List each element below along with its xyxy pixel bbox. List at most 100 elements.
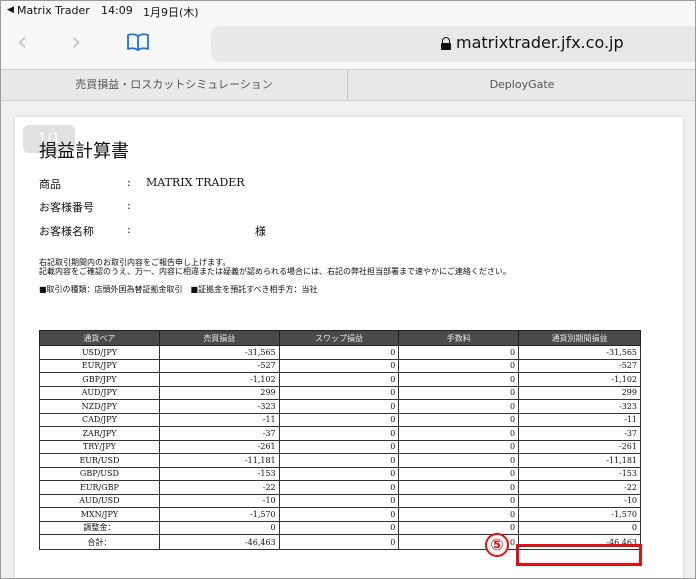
product-label: 商品 [39,178,61,191]
tab-loss-cut-simulation[interactable]: 売買損益・ロスカットシミュレーション [1,70,348,100]
screen: ◀ Matrix Trader 14:09 1月9日(木) ‹ › matrix… [0,0,696,579]
table-header-row: 通貨ペア 売買損益 スワップ損益 手数料 通貨別期間損益 [39,330,641,346]
value-cell: -22 [518,480,641,495]
value-cell: 0 [398,480,520,495]
table-row: USD/JPY -31,565 0 0 -31,565 [39,345,641,360]
table-row: GBP/JPY -1,102 0 0 -1,102 [39,372,641,387]
value-cell: 0 [398,439,520,454]
value-cell: 0 [398,372,520,387]
value-cell: 0 [278,399,400,414]
customer-number-label: お客様番号 [39,201,94,214]
forward-chevron-icon[interactable]: › [71,29,81,55]
currency-pair-cell: CAD/JPY [39,412,160,427]
back-chevron-icon[interactable]: ‹ [17,29,27,55]
currency-pair-cell: TRY/JPY [39,439,160,454]
value-cell: -11 [158,412,280,427]
value-cell: -37 [158,426,280,441]
value-cell: -1,102 [158,372,280,387]
url-text[interactable]: matrixtrader.jfx.co.jp [456,33,624,52]
header-trading-pl: 売買損益 [158,330,280,346]
currency-pair-cell: AUD/USD [39,493,160,508]
value-cell: 0 [398,385,520,400]
currency-pair-cell: AUD/JPY [39,385,160,400]
header-swap-pl: スワップ損益 [278,330,400,346]
value-cell: -11,181 [158,453,280,468]
value-cell: 0 [278,520,400,535]
value-cell: -31,565 [158,345,280,360]
value-cell: -10 [158,493,280,508]
value-cell: 299 [158,385,280,400]
value-cell: -11 [518,412,641,427]
browser-toolbar: ‹ › matrixtrader.jfx.co.jp [1,21,695,69]
currency-pair-cell: GBP/JPY [39,372,160,387]
honorific: 様 [255,225,266,238]
table-row: ZAR/JPY -37 0 0 -37 [39,426,641,441]
value-cell: -10 [518,493,641,508]
currency-pair-cell: EUR/GBP [39,480,160,495]
currency-pair-cell: EUR/USD [39,453,160,468]
value-cell: 0 [398,412,520,427]
value-cell: -527 [158,358,280,373]
value-cell: -22 [158,480,280,495]
product-value: MATRIX TRADER [146,176,245,189]
value-cell: 0 [398,426,520,441]
lock-icon [441,37,451,50]
value-cell: 0 [158,520,280,535]
currency-pair-cell: USD/JPY [39,345,160,360]
value-cell: -527 [518,358,641,373]
value-cell: 0 [398,466,520,481]
step-number-badge: ⑤ [485,533,509,557]
value-cell: 0 [278,385,400,400]
value-cell: 0 [278,493,400,508]
customer-number-colon: : [127,199,131,212]
product-colon: : [127,176,131,189]
status-time: 14:09 [101,4,133,17]
highlight-box [516,544,642,566]
total-trading-pl: -46,463 [158,534,280,550]
table-row: AUD/USD -10 0 0 -10 [39,493,641,508]
value-cell: -261 [158,439,280,454]
value-cell: -31,565 [518,345,641,360]
status-date: 1月9日(木) [143,6,199,19]
profit-loss-table: 通貨ペア 売買損益 スワップ損益 手数料 通貨別期間損益 USD/JPY -31,… [39,330,641,550]
table-row: EUR/JPY -527 0 0 -527 [39,358,641,373]
value-cell: 0 [278,426,400,441]
header-period-pl: 通貨別期間損益 [518,330,641,346]
value-cell: -261 [518,439,641,454]
value-cell: 0 [398,399,520,414]
currency-pair-cell: GBP/USD [39,466,160,481]
table-row: 調整金： 0 0 0 0 [39,520,641,535]
value-cell: -37 [518,426,641,441]
value-cell: 0 [278,345,400,360]
customer-name-colon: : [127,223,131,236]
tab-bar: 売買損益・ロスカットシミュレーション DeployGate [1,69,695,101]
value-cell: -153 [518,466,641,481]
value-cell: -1,102 [518,372,641,387]
value-cell: 0 [398,507,520,522]
trade-type-line: ■取引の種類：店頭外国為替証拠金取引 ■証拠金を預託すべき相手方：当社 [39,285,318,294]
value-cell: 0 [398,358,520,373]
value-cell: 0 [278,439,400,454]
value-cell: -1,570 [158,507,280,522]
value-cell: 0 [398,345,520,360]
value-cell: 0 [398,453,520,468]
value-cell: 299 [518,385,641,400]
customer-name-label: お客様名称 [39,225,94,238]
back-to-app-icon[interactable]: ◀ [7,5,14,15]
table-row: NZD/JPY -323 0 0 -323 [39,399,641,414]
document-title: 損益計算書 [39,141,129,162]
currency-pair-cell: EUR/JPY [39,358,160,373]
table-row: CAD/JPY -11 0 0 -11 [39,412,641,427]
table-row: AUD/JPY 299 0 0 299 [39,385,641,400]
value-cell: 0 [278,453,400,468]
tab-deploygate[interactable]: DeployGate [349,70,695,100]
table-row: GBP/USD -153 0 0 -153 [39,466,641,481]
table-row: MXN/JPY -1,570 0 0 -1,570 [39,507,641,522]
currency-pair-cell: NZD/JPY [39,399,160,414]
currency-pair-cell: ZAR/JPY [39,426,160,441]
address-bar[interactable]: matrixtrader.jfx.co.jp [211,26,695,62]
back-to-app-label[interactable]: Matrix Trader [17,4,90,17]
header-currency-pair: 通貨ペア [39,330,160,346]
bookmarks-icon[interactable] [126,33,150,51]
total-swap-pl: 0 [278,534,400,550]
